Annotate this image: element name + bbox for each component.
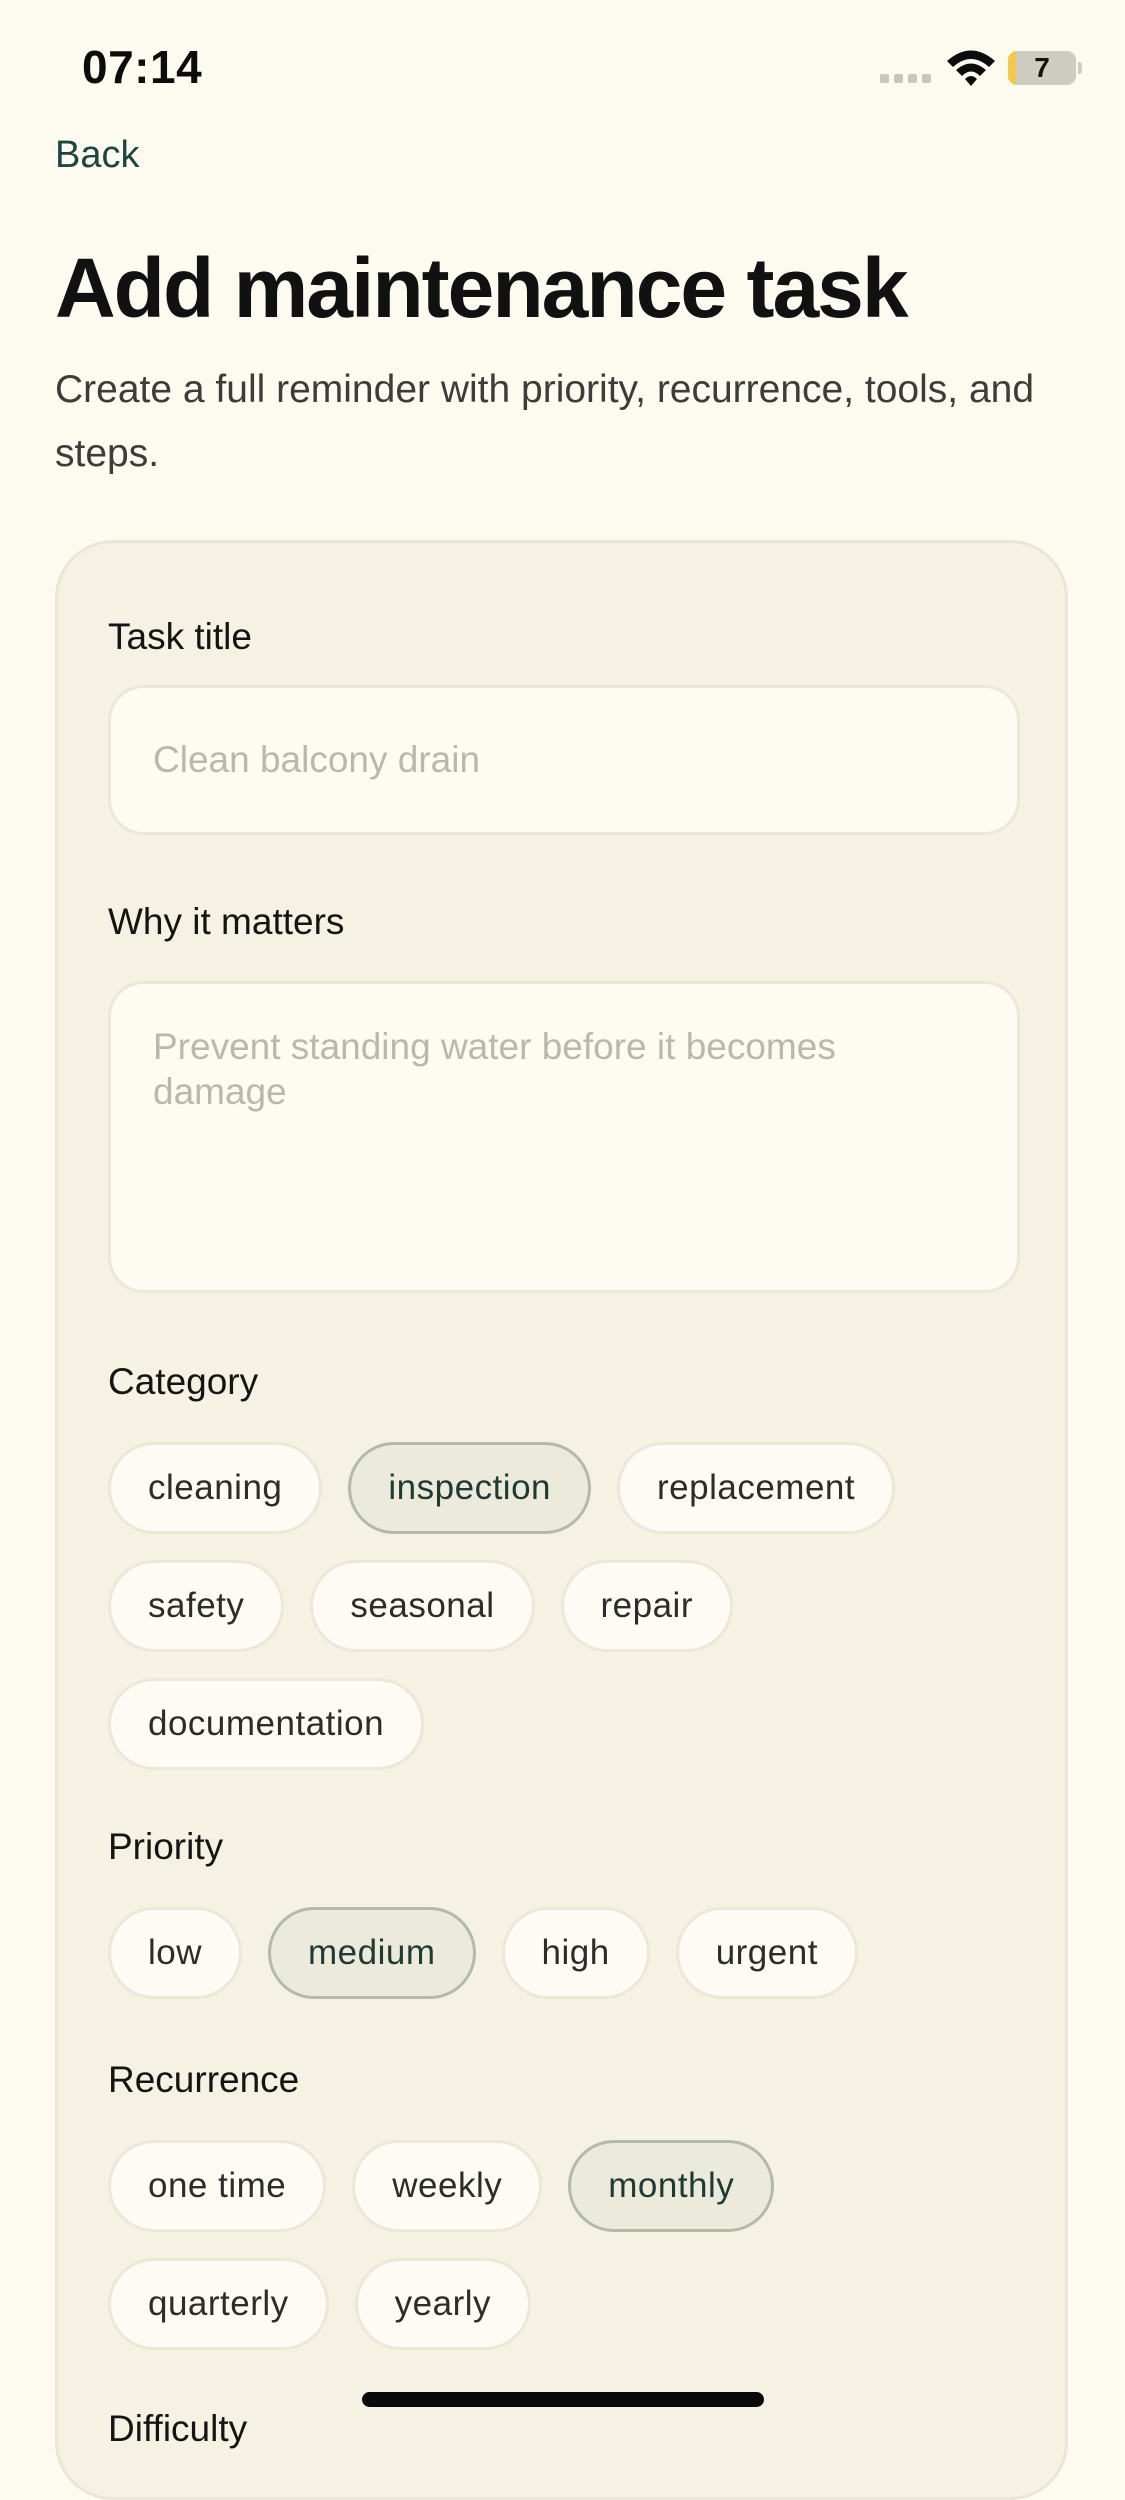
page-subtitle: Create a full reminder with priority, re… <box>55 368 1035 475</box>
task-title-label: Task title <box>108 616 252 657</box>
category-label: Category <box>108 1361 259 1402</box>
why-it-matters-label: Why it matters <box>108 901 345 942</box>
back-button[interactable]: Back <box>55 134 139 177</box>
chip-category-documentation[interactable]: documentation <box>108 1678 425 1770</box>
battery-cap <box>1078 62 1082 74</box>
chip-category-repair[interactable]: repair <box>560 1560 733 1652</box>
chip-category-seasonal[interactable]: seasonal <box>310 1560 535 1652</box>
difficulty-label: Difficulty <box>108 2408 248 2449</box>
task-title-input[interactable] <box>108 685 1020 835</box>
recurrence-chip-group: one time weekly monthly quarterly yearly <box>108 2140 1020 2350</box>
chip-category-cleaning[interactable]: cleaning <box>108 1442 323 1534</box>
chip-priority-medium[interactable]: medium <box>268 1907 476 1999</box>
status-time: 07:14 <box>82 41 203 93</box>
battery-icon: 7 <box>1008 51 1076 85</box>
home-indicator <box>362 2392 764 2407</box>
chip-priority-high[interactable]: high <box>501 1907 650 1999</box>
task-form-card: Task title Why it matters Category clean… <box>55 540 1068 2500</box>
category-chip-group: cleaning inspection replacement safety s… <box>108 1442 1020 1770</box>
chip-category-safety[interactable]: safety <box>108 1560 285 1652</box>
chip-recurrence-yearly[interactable]: yearly <box>354 2258 532 2350</box>
wifi-icon <box>947 50 995 86</box>
priority-chip-group: low medium high urgent <box>108 1907 1020 1999</box>
page-title: Add maintenance task <box>55 241 909 335</box>
chip-priority-low[interactable]: low <box>108 1907 243 1999</box>
chip-recurrence-monthly[interactable]: monthly <box>568 2140 775 2232</box>
chip-recurrence-quarterly[interactable]: quarterly <box>108 2258 329 2350</box>
status-bar: 07:14 7 <box>0 0 1125 140</box>
chip-category-inspection[interactable]: inspection <box>348 1442 591 1534</box>
chip-recurrence-weekly[interactable]: weekly <box>352 2140 543 2232</box>
recurrence-label: Recurrence <box>108 2059 300 2100</box>
battery-level: 7 <box>1034 52 1050 83</box>
cellular-signal-icon <box>880 74 931 83</box>
priority-label: Priority <box>108 1826 224 1867</box>
chip-recurrence-one-time[interactable]: one time <box>108 2140 327 2232</box>
chip-category-replacement[interactable]: replacement <box>617 1442 896 1534</box>
chip-priority-urgent[interactable]: urgent <box>675 1907 858 1999</box>
why-it-matters-textarea[interactable] <box>108 981 1020 1293</box>
